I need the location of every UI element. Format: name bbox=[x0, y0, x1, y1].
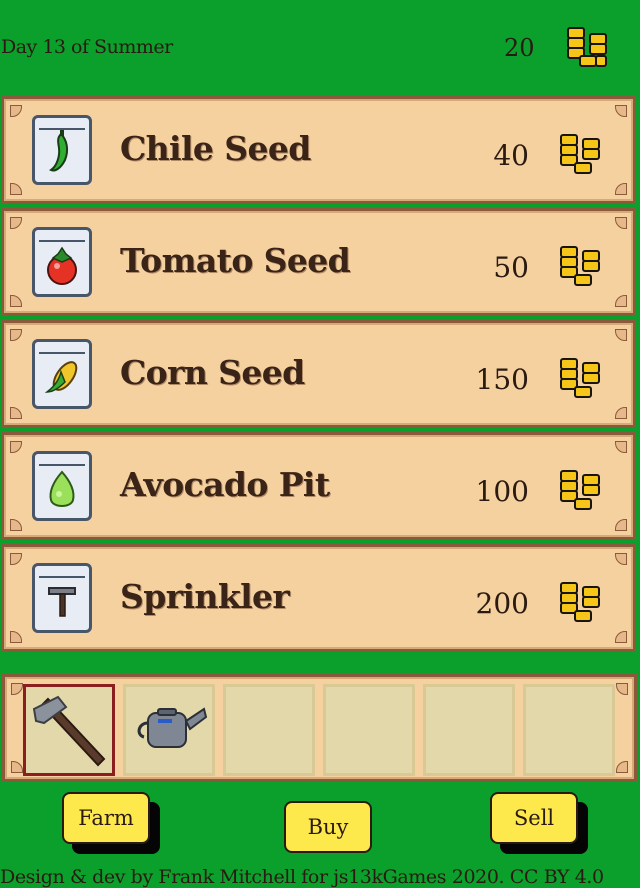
item-name: Corn Seed bbox=[120, 353, 305, 392]
corner-ornament bbox=[10, 553, 22, 565]
inventory-slot-empty[interactable] bbox=[523, 684, 615, 776]
corner-ornament bbox=[615, 441, 627, 453]
shop-item-sprinkler[interactable]: Sprinkler 200 bbox=[1, 544, 636, 652]
sprinkler-icon bbox=[48, 587, 76, 617]
tomato-icon bbox=[47, 246, 77, 285]
gold-coin-stack-icon bbox=[567, 27, 607, 67]
gold-amount: 20 bbox=[504, 34, 535, 62]
item-name: Avocado Pit bbox=[120, 465, 330, 504]
credits-text: Design & dev by Frank Mitchell for js13k… bbox=[0, 866, 604, 888]
corner-ornament bbox=[10, 631, 22, 643]
gold-coin-stack-icon bbox=[560, 470, 600, 510]
item-name: Chile Seed bbox=[120, 129, 311, 168]
corner-ornament bbox=[10, 407, 22, 419]
gold-coin-stack-icon bbox=[560, 582, 600, 622]
buy-button[interactable]: Buy bbox=[284, 801, 372, 853]
inventory-slot-watering-can[interactable] bbox=[123, 684, 215, 776]
corner-ornament bbox=[10, 295, 22, 307]
seed-packet bbox=[32, 227, 92, 297]
inventory-slot-empty[interactable] bbox=[423, 684, 515, 776]
item-name: Tomato Seed bbox=[120, 241, 351, 280]
corner-ornament bbox=[10, 441, 22, 453]
corner-ornament bbox=[615, 329, 627, 341]
shop-item-corn-seed[interactable]: Corn Seed 150 bbox=[1, 320, 636, 428]
item-price: 150 bbox=[475, 363, 529, 396]
corner-ornament bbox=[615, 631, 627, 643]
corner-ornament bbox=[10, 183, 22, 195]
shop-item-chile-seed[interactable]: Chile Seed 40 bbox=[1, 96, 636, 204]
farm-button[interactable]: Farm bbox=[62, 792, 150, 844]
corner-ornament bbox=[615, 519, 627, 531]
inventory-slot-empty[interactable] bbox=[223, 684, 315, 776]
inventory-slot-empty[interactable] bbox=[323, 684, 415, 776]
corner-ornament bbox=[615, 553, 627, 565]
corn-icon bbox=[44, 361, 78, 393]
corner-ornament bbox=[615, 217, 627, 229]
corner-ornament bbox=[10, 217, 22, 229]
watering-can-icon bbox=[137, 707, 208, 748]
hoe-icon bbox=[32, 695, 106, 767]
corner-ornament bbox=[10, 329, 22, 341]
shop-item-avocado-pit[interactable]: Avocado Pit 100 bbox=[1, 432, 636, 540]
corner-ornament bbox=[10, 519, 22, 531]
sell-button[interactable]: Sell bbox=[490, 792, 578, 844]
shop-item-tomato-seed[interactable]: Tomato Seed 50 bbox=[1, 208, 636, 316]
inventory-slots bbox=[21, 681, 625, 777]
seed-packet bbox=[32, 115, 92, 185]
item-price: 100 bbox=[475, 475, 529, 508]
inventory-slot-hoe[interactable] bbox=[23, 684, 115, 776]
corner-ornament bbox=[615, 295, 627, 307]
item-price: 50 bbox=[493, 251, 529, 284]
gold-coin-stack-icon bbox=[560, 134, 600, 174]
avocado-icon bbox=[49, 470, 75, 507]
day-label: Day 13 of Summer bbox=[1, 36, 173, 58]
seed-packet bbox=[32, 451, 92, 521]
item-price: 200 bbox=[475, 587, 529, 620]
gold-coin-stack-icon bbox=[560, 358, 600, 398]
corner-ornament bbox=[10, 105, 22, 117]
corner-ornament bbox=[615, 183, 627, 195]
corner-ornament bbox=[615, 105, 627, 117]
seed-packet bbox=[32, 563, 92, 633]
inventory-bar bbox=[2, 674, 637, 782]
gold-coin-stack-icon bbox=[560, 246, 600, 286]
corner-ornament bbox=[615, 407, 627, 419]
item-price: 40 bbox=[493, 139, 529, 172]
item-name: Sprinkler bbox=[120, 577, 290, 616]
chile-icon bbox=[49, 130, 69, 172]
seed-packet bbox=[32, 339, 92, 409]
hud-bar: Day 13 of Summer 20 bbox=[0, 0, 640, 96]
